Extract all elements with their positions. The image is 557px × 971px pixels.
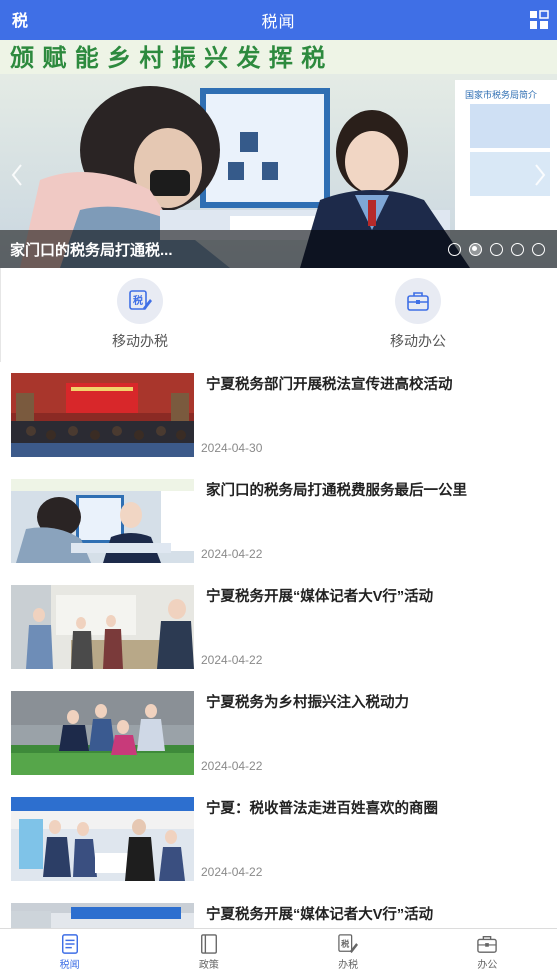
tab-tax-label: 办税 <box>338 960 359 971</box>
tab-policy[interactable]: 政策 <box>139 929 278 971</box>
mobile-tax-icon-circle: 税 <box>117 278 163 324</box>
tax-pen-icon: 税 <box>129 290 152 310</box>
banner-pagination <box>448 243 545 256</box>
banner-dot[interactable] <box>511 243 524 256</box>
news-thumbnail <box>11 373 194 457</box>
banner-dot[interactable] <box>448 243 461 256</box>
news-thumbnail <box>11 585 194 669</box>
chevron-right-icon <box>535 164 546 186</box>
banner-dot[interactable] <box>532 243 545 256</box>
mobile-tax-label: 移动办税 <box>112 333 168 349</box>
banner-dot[interactable] <box>490 243 503 256</box>
news-item[interactable]: 家门口的税务局打通税费服务最后一公里 2024-04-22 <box>0 468 557 574</box>
news-title: 家门口的税务局打通税费服务最后一公里 <box>206 483 467 499</box>
news-date: 2024-04-22 <box>201 759 263 773</box>
tab-news-label: 税闻 <box>59 960 80 971</box>
chevron-left-icon <box>11 164 22 186</box>
mobile-office-label: 移动办公 <box>390 333 446 349</box>
news-thumbnail <box>11 903 194 928</box>
news-item[interactable]: 宁夏税务为乡村振兴注入税动力 2024-04-22 <box>0 680 557 786</box>
news-title: 宁夏税务开展“媒体记者大V行”活动 <box>206 589 434 605</box>
banner-caption[interactable]: 家门口的税务局打通税... <box>10 239 173 260</box>
news-list: 宁夏税务部门开展税法宣传进高校活动 2024-04-30 家门口的税务局打通税费… <box>0 362 557 928</box>
mobile-office-icon-circle <box>395 278 441 324</box>
news-title: 宁夏税务开展“媒体记者大V行”活动 <box>206 907 434 923</box>
tab-office-label: 办公 <box>477 960 498 971</box>
banner-dot-active[interactable] <box>469 243 482 256</box>
mobile-tax-button[interactable]: 税 移动办税 <box>1 268 279 362</box>
policy-book-icon <box>200 934 217 954</box>
news-thumbnail <box>11 691 194 775</box>
tab-news[interactable]: 税闻 <box>0 929 139 971</box>
news-thumbnail <box>11 479 194 563</box>
banner-next-button[interactable] <box>529 158 551 192</box>
news-title: 宁夏税务为乡村振兴注入税动力 <box>206 695 409 711</box>
tab-office[interactable]: 办公 <box>418 929 557 971</box>
news-item[interactable]: 宁夏税务开展“媒体记者大V行”活动 <box>0 892 557 928</box>
tax-logo-icon[interactable]: 税 <box>10 10 30 30</box>
banner-prev-button[interactable] <box>6 158 28 192</box>
page-title: 税闻 <box>261 14 296 31</box>
news-title: 宁夏：税收普法走进百姓喜欢的商圈 <box>206 801 438 817</box>
news-date: 2024-04-22 <box>201 547 263 561</box>
app-header: 税 税闻 <box>0 0 557 40</box>
grid-menu-icon[interactable] <box>529 10 549 30</box>
bottom-tab-bar: 税闻 政策 税 办税 办公 <box>0 928 557 971</box>
news-item[interactable]: 宁夏税务部门开展税法宣传进高校活动 2024-04-30 <box>0 362 557 468</box>
news-thumbnail <box>11 797 194 881</box>
news-item[interactable]: 宁夏税务开展“媒体记者大V行”活动 2024-04-22 <box>0 574 557 680</box>
news-item[interactable]: 宁夏：税收普法走进百姓喜欢的商圈 2024-04-22 <box>0 786 557 892</box>
tab-policy-label: 政策 <box>198 960 219 971</box>
tab-tax[interactable]: 税 办税 <box>279 929 418 971</box>
briefcase-icon <box>477 936 498 953</box>
quick-actions: 税 移动办税 移动办公 <box>0 268 557 362</box>
news-date: 2024-04-22 <box>201 653 263 667</box>
svg-text:税: 税 <box>12 11 28 30</box>
tax-pen-icon: 税 <box>338 934 359 954</box>
svg-text:税: 税 <box>133 294 143 307</box>
banner-carousel[interactable]: 颁 赋 能 乡 村 振 兴 发 挥 税 国家市税务局简介 家门口的税务局打通税.… <box>0 40 557 268</box>
briefcase-icon <box>407 292 429 311</box>
news-title: 宁夏税务部门开展税法宣传进高校活动 <box>206 377 453 393</box>
svg-text:税: 税 <box>341 939 350 949</box>
news-date: 2024-04-30 <box>201 441 263 455</box>
svg-text:颁 赋 能 乡 村 振 兴 发 挥 税: 颁 赋 能 乡 村 振 兴 发 挥 税 <box>10 43 325 72</box>
news-date: 2024-04-22 <box>201 865 263 879</box>
mobile-office-button[interactable]: 移动办公 <box>279 268 557 362</box>
svg-text:国家市税务局简介: 国家市税务局简介 <box>465 89 537 100</box>
news-doc-icon <box>61 934 78 954</box>
